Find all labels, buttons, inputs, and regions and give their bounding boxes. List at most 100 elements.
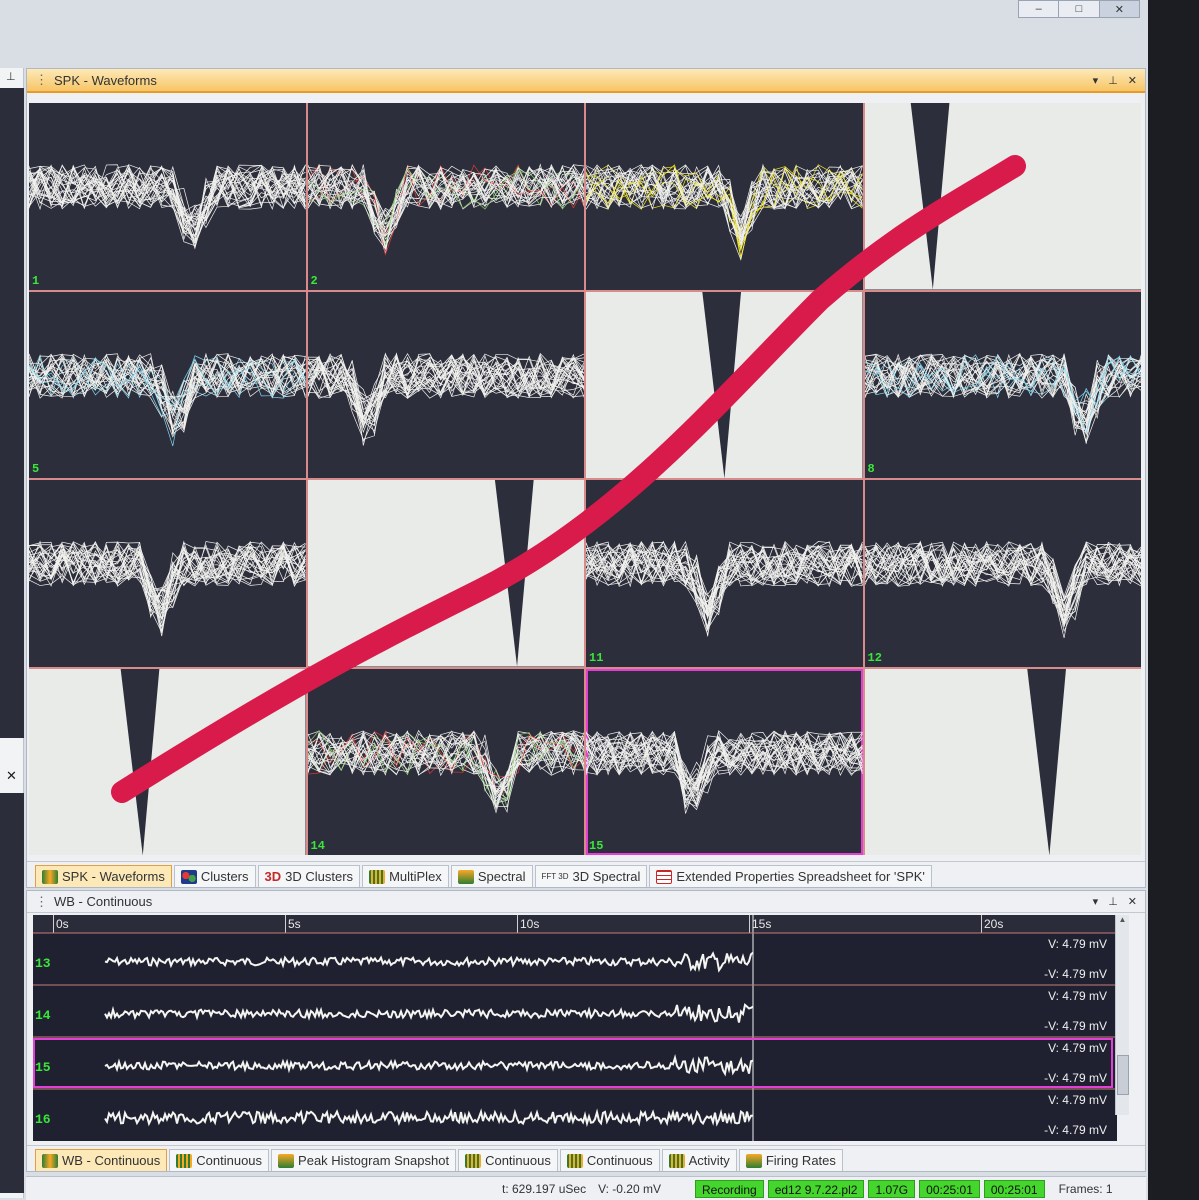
waveform-traces — [308, 669, 585, 856]
waveform-cell[interactable] — [307, 291, 584, 478]
close-button[interactable]: ✕ — [1099, 1, 1139, 17]
vertical-scrollbar[interactable]: ▲ — [1115, 915, 1129, 1115]
channel-label: 13 — [35, 956, 51, 972]
pin-icon[interactable]: ⊥ — [0, 68, 23, 83]
spreadsheet-icon — [656, 869, 673, 884]
continuous-icon — [566, 1153, 583, 1168]
tab-label: Continuous — [196, 1153, 263, 1168]
waveform-cell[interactable]: 14 — [307, 668, 585, 856]
maximize-button[interactable]: □ — [1059, 1, 1100, 17]
status-recording: Recording — [695, 1179, 764, 1198]
saturated-trace-fill — [307, 480, 584, 667]
waveform-cell[interactable] — [586, 291, 863, 478]
spk-tab-strip: SPK - Waveforms Clusters 3D 3D Clusters Mult… — [27, 861, 1145, 887]
tab-label: Peak Histogram Snapshot — [298, 1153, 450, 1168]
tab-firing-rates[interactable]: Firing Rates — [738, 1149, 843, 1171]
spk-titlebar: ⋮ SPK - Waveforms ▾ ⊥ ✕ — [27, 69, 1145, 93]
multiplex-icon — [369, 869, 386, 884]
voltage-scale-bottom: -V: 4.79 mV — [1044, 967, 1107, 981]
dropdown-icon[interactable]: ▾ — [1093, 895, 1099, 908]
waveform-cell[interactable] — [586, 103, 863, 290]
waveform-traces — [864, 668, 1141, 855]
scroll-thumb[interactable] — [1117, 1055, 1129, 1095]
tab-label: Continuous — [586, 1153, 653, 1168]
waveform-cell[interactable] — [864, 668, 1141, 855]
waveform-traces — [29, 292, 306, 479]
cell-channel-number: 1 — [32, 273, 40, 288]
status-time: t: 629.197 uSec — [502, 1181, 587, 1196]
waveform-cell[interactable]: 12 — [864, 480, 1142, 667]
saturated-trace-fill — [864, 103, 1141, 290]
tab-label: Spectral — [477, 869, 526, 884]
tab-3d-spectral[interactable]: FFT 3D 3D Spectral — [534, 865, 648, 887]
waveform-cell[interactable]: 1 — [29, 103, 306, 290]
waveform-cell[interactable]: 5 — [29, 291, 306, 479]
tab-multiplex[interactable]: MultiPlex — [362, 865, 449, 887]
waveform-traces — [586, 669, 863, 856]
3d-clusters-icon: 3D — [264, 869, 282, 884]
dropdown-icon[interactable]: ▾ — [1093, 74, 1099, 87]
spk-title: SPK - Waveforms — [54, 72, 157, 88]
waveform-cell[interactable]: 11 — [586, 480, 863, 667]
waveform-cell[interactable] — [29, 480, 306, 667]
waveform-icon — [42, 869, 58, 884]
tab-continuous[interactable]: Continuous — [169, 1149, 270, 1171]
cell-channel-number: 15 — [589, 839, 604, 853]
cell-channel-number: 14 — [310, 839, 325, 853]
tab-activity[interactable]: Activity — [661, 1149, 737, 1171]
waveform-cell[interactable]: 15 — [586, 668, 863, 856]
voltage-scale-bottom: -V: 4.79 mV — [1044, 1019, 1107, 1033]
pin-icon[interactable]: ⊥ — [1108, 74, 1118, 87]
voltage-scale-bottom: -V: 4.79 mV — [1044, 1071, 1107, 1085]
waveform-trace — [308, 732, 585, 808]
voltage-scale-top: V: 4.79 mV — [1048, 937, 1107, 951]
waveform-traces — [865, 480, 1142, 667]
scroll-up-icon[interactable]: ▲ — [1116, 915, 1129, 924]
pin-icon[interactable]: ⊥ — [1108, 895, 1118, 908]
spk-waveforms-panel: ⋮ SPK - Waveforms ▾ ⊥ ✕ 1 2 5 8 11 12 14 15 SPK… — [26, 68, 1146, 888]
tab-wb-continuous[interactable]: WB - Continuous — [35, 1149, 168, 1171]
cell-channel-number: 8 — [867, 462, 875, 476]
waveform-cell[interactable] — [307, 480, 584, 667]
fft-3d-icon: FFT 3D — [541, 871, 569, 881]
wb-title: WB - Continuous — [54, 894, 153, 909]
spectral-icon — [457, 869, 474, 884]
close-icon[interactable]: ✕ — [1128, 895, 1137, 908]
status-elapsed-1: 00:25:01 — [919, 1179, 980, 1198]
waveform-traces — [586, 103, 863, 290]
channel-label: 14 — [35, 1008, 51, 1024]
window-controls: – □ ✕ — [1018, 0, 1140, 18]
tab-continuous[interactable]: Continuous — [458, 1149, 558, 1171]
tab-label: MultiPlex — [389, 869, 442, 884]
continuous-trace — [104, 951, 754, 973]
cell-channel-number: 5 — [32, 462, 40, 476]
tab-continuous[interactable]: Continuous — [559, 1149, 660, 1171]
tab-3d-clusters[interactable]: 3D 3D Clusters — [257, 865, 361, 887]
wb-titlebar: ⋮ WB - Continuous ▾ ⊥ ✕ — [27, 891, 1145, 913]
continuous-trace-area[interactable]: 0s 5s 10s 15s 20s 13 V: 4.79 mV -V: 4.79 mV 14 V… — [33, 915, 1117, 1141]
close-icon[interactable]: ✕ — [6, 768, 17, 784]
firing-rates-icon — [745, 1153, 762, 1168]
tab-clusters[interactable]: Clusters — [173, 865, 256, 887]
waveform-cell[interactable]: 2 — [307, 103, 584, 290]
tab-spk-waveforms[interactable]: SPK - Waveforms — [35, 865, 172, 887]
left-panel-content-lower — [0, 793, 24, 1193]
waveform-cell[interactable] — [864, 103, 1141, 290]
saturated-trace-fill — [864, 668, 1141, 855]
status-bar: t: 629.197 uSec V: -0.20 mV Recording ed… — [26, 1176, 1146, 1200]
tab-peak-histogram-snapshot[interactable]: Peak Histogram Snapshot — [271, 1149, 457, 1171]
tab-label: Continuous — [485, 1153, 551, 1168]
grip-icon[interactable]: ⋮ — [35, 72, 48, 88]
minimize-button[interactable]: – — [1019, 1, 1060, 17]
waveform-cell[interactable] — [29, 668, 306, 855]
grip-icon[interactable]: ⋮ — [35, 894, 48, 910]
tab-spectral[interactable]: Spectral — [450, 865, 533, 887]
channel-label: 16 — [35, 1112, 51, 1128]
continuous-icon — [465, 1153, 482, 1168]
continuous-trace — [104, 1108, 754, 1128]
waveform-cell[interactable]: 8 — [864, 291, 1141, 478]
waveform-traces — [586, 480, 863, 667]
tab-extended-properties-spreadsheet-for-spk[interactable]: Extended Properties Spreadsheet for 'SPK… — [649, 865, 932, 887]
status-elapsed-2: 00:25:01 — [983, 1179, 1045, 1198]
close-icon[interactable]: ✕ — [1128, 74, 1137, 87]
